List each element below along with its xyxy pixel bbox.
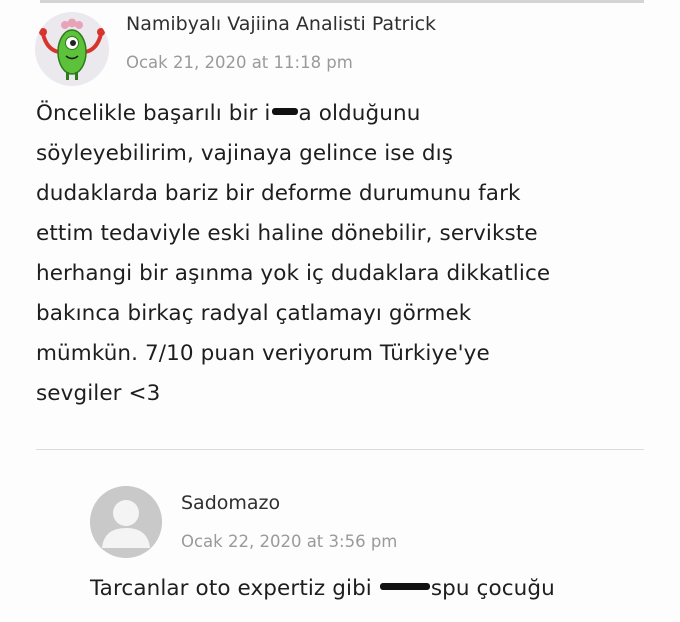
- comment-body-line: mümkün. 7/10 puan veriyorum Türkiye'ye: [36, 341, 490, 366]
- avatar[interactable]: [90, 486, 162, 558]
- comment-text: spu çocuğu: [430, 576, 555, 601]
- comment-body-line: Tarcanlar oto expertiz gibi spu çocuğu: [90, 576, 555, 601]
- comment-text: Tarcanlar oto expertiz gibi: [90, 576, 379, 601]
- comment-body-line: herhangi bir aşınma yok iç dudaklara dik…: [36, 261, 551, 286]
- comment-body-line: dudaklarda bariz bir deforme durumunu fa…: [36, 181, 521, 206]
- default-user-avatar-icon: [90, 486, 162, 558]
- comment-body-line: ettim tedaviyle eski haline dönebilir, s…: [36, 221, 538, 246]
- comment-date[interactable]: Ocak 21, 2020 at 11:18 pm: [126, 53, 353, 72]
- comment-body-line: söyleyebilirim, vajinaya gelince ise dış: [36, 141, 453, 166]
- comment-date[interactable]: Ocak 22, 2020 at 3:56 pm: [181, 532, 397, 551]
- comment-text: Öncelikle başarılı bir i: [36, 101, 271, 126]
- green-monster-avatar-icon: [35, 12, 109, 86]
- top-divider: [40, 0, 644, 3]
- comment-divider: [36, 449, 644, 450]
- comment-body-line: Öncelikle başarılı bir i a olduğunu: [36, 101, 420, 126]
- comment-text: a olduğunu: [298, 101, 421, 126]
- comment-author[interactable]: Namibyalı Vajiina Analisti Patrick: [126, 13, 436, 35]
- comment-body-line: bakınca birkaç radyal çatlamayı görmek: [36, 301, 472, 326]
- redaction-mark: [379, 582, 430, 590]
- avatar[interactable]: [35, 12, 109, 86]
- comment-author[interactable]: Sadomazo: [181, 492, 280, 514]
- comment-body-line: sevgiler <3: [36, 381, 161, 406]
- redaction-mark: [271, 107, 298, 115]
